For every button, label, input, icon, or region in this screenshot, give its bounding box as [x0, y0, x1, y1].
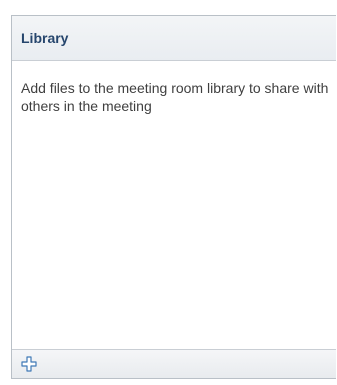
library-title: Library	[21, 30, 69, 46]
library-panel: Library Add files to the meeting room li…	[11, 15, 336, 379]
plus-icon	[20, 355, 38, 373]
library-empty-message: Add files to the meeting room library to…	[21, 80, 329, 114]
library-header: Library	[12, 16, 336, 61]
add-file-button[interactable]	[20, 355, 38, 373]
library-file-list[interactable]: Add files to the meeting room library to…	[12, 61, 336, 349]
library-footer	[12, 349, 336, 378]
